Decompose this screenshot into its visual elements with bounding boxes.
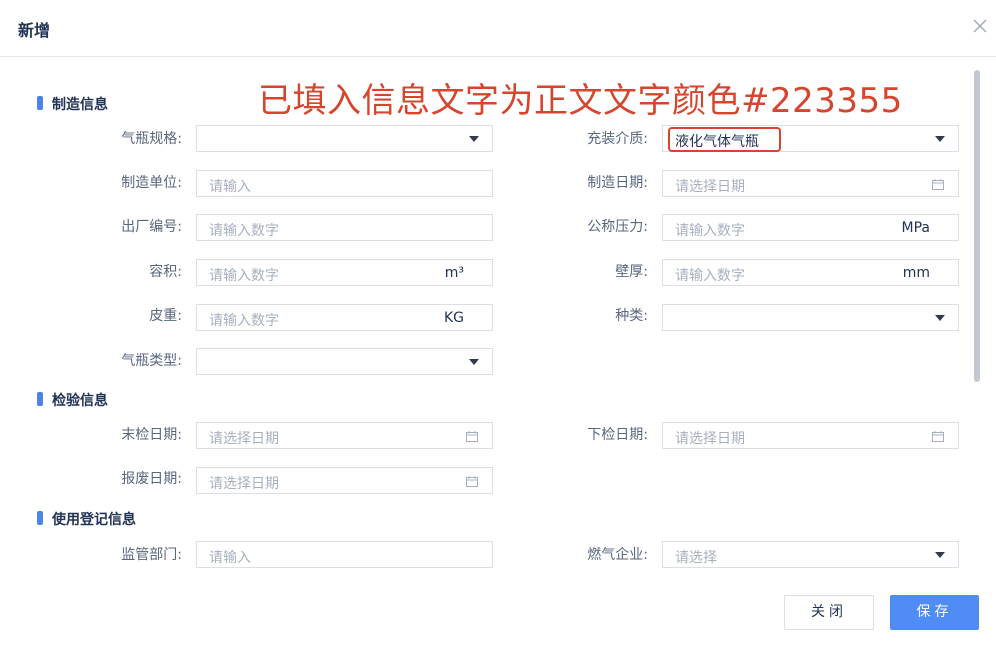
section-title: 制造信息: [52, 97, 108, 113]
scrollbar[interactable]: [974, 70, 980, 382]
tare-weight-input[interactable]: 请输入数字 KG: [196, 304, 493, 331]
wall-thickness-label: 壁厚:: [615, 264, 648, 280]
cylinder-spec-label: 气瓶规格:: [121, 131, 182, 147]
nominal-pressure-placeholder: 请输入数字: [675, 223, 745, 239]
close-icon[interactable]: [971, 17, 989, 35]
close-button[interactable]: 关闭: [784, 595, 874, 630]
factory-number-placeholder: 请输入数字: [209, 223, 279, 239]
calendar-icon: [932, 431, 944, 442]
factory-number-input[interactable]: 请输入数字: [196, 214, 493, 241]
next-inspection-date-picker[interactable]: 请选择日期: [662, 422, 959, 449]
nominal-pressure-unit: MPa: [901, 220, 930, 236]
last-inspection-date-label: 末检日期:: [121, 427, 182, 443]
gas-company-label: 燃气企业:: [587, 547, 648, 563]
scrollbar-thumb[interactable]: [974, 70, 980, 382]
chevron-down-icon: [935, 552, 945, 558]
last-inspection-date-picker[interactable]: 请选择日期: [196, 422, 493, 449]
section-marker: [37, 392, 43, 406]
cylinder-spec-select[interactable]: [196, 125, 493, 152]
dialog-header: 新增: [0, 0, 996, 57]
wall-thickness-placeholder: 请输入数字: [675, 268, 745, 284]
manufacture-date-placeholder: 请选择日期: [675, 179, 745, 195]
section-marker: [37, 511, 43, 525]
calendar-icon: [932, 179, 944, 190]
volume-unit: m³: [444, 265, 464, 281]
cylinder-type-select[interactable]: [196, 348, 493, 375]
manufacture-date-label: 制造日期:: [587, 175, 648, 191]
annotation-text: 已填入信息文字为正文文字颜色#223355: [258, 81, 903, 121]
annotation-highlight-box: [668, 127, 781, 152]
next-inspection-date-placeholder: 请选择日期: [675, 431, 745, 447]
manufacturer-input[interactable]: 请输入: [196, 170, 493, 197]
chevron-down-icon: [935, 136, 945, 142]
calendar-icon: [466, 476, 478, 487]
last-inspection-date-placeholder: 请选择日期: [209, 431, 279, 447]
manufacture-date-picker[interactable]: 请选择日期: [662, 170, 959, 197]
dialog-title: 新增: [18, 21, 51, 40]
manufacturer-placeholder: 请输入: [209, 179, 251, 195]
supervision-dept-input[interactable]: 请输入: [196, 541, 493, 568]
chevron-down-icon: [935, 315, 945, 321]
volume-placeholder: 请输入数字: [209, 268, 279, 284]
section-title: 检验信息: [52, 393, 108, 409]
tare-weight-placeholder: 请输入数字: [209, 313, 279, 329]
chevron-down-icon: [469, 359, 479, 365]
cylinder-type-label: 气瓶类型:: [121, 353, 182, 369]
tare-weight-unit: KG: [443, 310, 464, 326]
supervision-dept-label: 监管部门:: [121, 547, 182, 563]
wall-thickness-input[interactable]: 请输入数字 mm: [662, 259, 959, 286]
calendar-icon: [466, 431, 478, 442]
category-label: 种类:: [615, 308, 648, 324]
gas-company-select[interactable]: 请选择: [662, 541, 959, 568]
save-button[interactable]: 保存: [890, 595, 979, 630]
manufacturer-label: 制造单位:: [121, 175, 182, 191]
chevron-down-icon: [469, 136, 479, 142]
next-inspection-date-label: 下检日期:: [587, 427, 648, 443]
nominal-pressure-input[interactable]: 请输入数字 MPa: [662, 214, 959, 241]
section-title: 使用登记信息: [52, 512, 136, 528]
tare-weight-label: 皮重:: [149, 308, 182, 324]
section-marker: [37, 96, 43, 110]
supervision-dept-placeholder: 请输入: [209, 550, 251, 566]
scrap-date-label: 报废日期:: [121, 471, 182, 487]
factory-number-label: 出厂编号:: [121, 219, 182, 235]
nominal-pressure-label: 公称压力:: [587, 219, 648, 235]
gas-company-placeholder: 请选择: [675, 550, 717, 566]
wall-thickness-unit: mm: [902, 265, 930, 281]
volume-label: 容积:: [149, 264, 182, 280]
scrap-date-placeholder: 请选择日期: [209, 476, 279, 492]
category-select[interactable]: [662, 304, 959, 331]
volume-input[interactable]: 请输入数字 m³: [196, 259, 493, 286]
add-dialog: 新增 已填入信息文字为正文文字颜色#223355 制造信息 气瓶规格: 充装介质…: [0, 0, 996, 650]
scrap-date-picker[interactable]: 请选择日期: [196, 467, 493, 494]
fill-medium-label: 充装介质:: [587, 131, 648, 147]
